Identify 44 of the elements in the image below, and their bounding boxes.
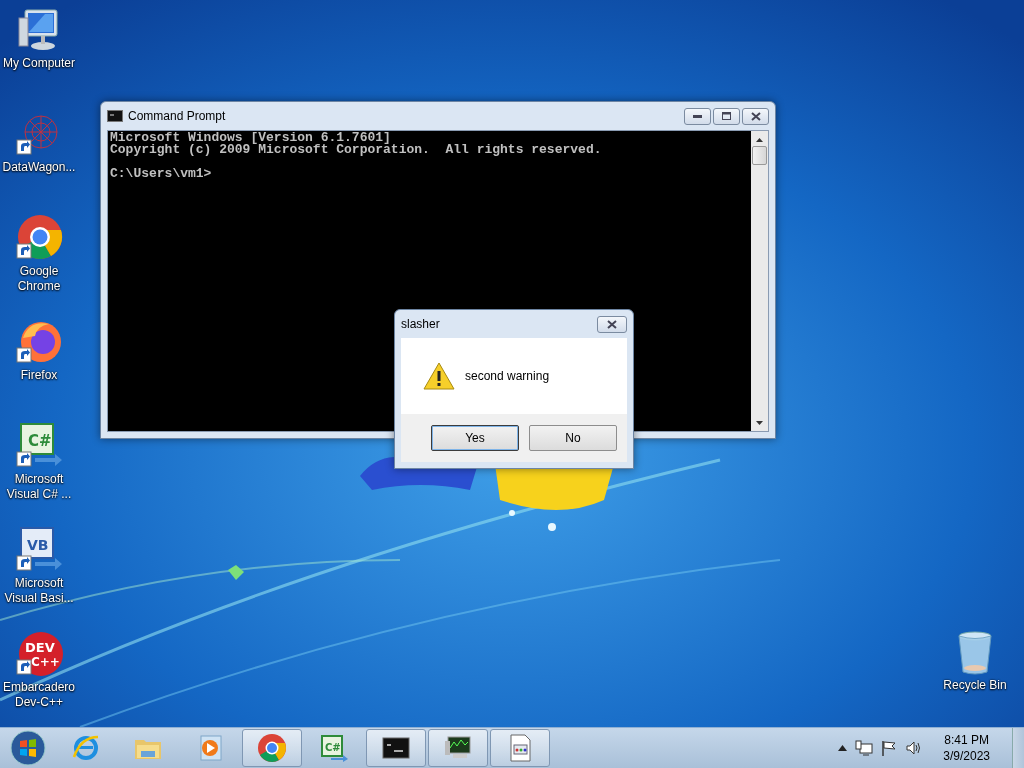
close-button[interactable] — [597, 315, 627, 333]
taskbar-button[interactable]: C# — [304, 729, 364, 767]
dialog-button[interactable]: No — [529, 425, 617, 451]
icon-label[interactable]: DataWagon... — [0, 160, 78, 175]
sparkle-drawing — [228, 565, 244, 580]
icon-label[interactable]: Microsoft Visual Basi... — [0, 576, 78, 606]
window-title: Command Prompt — [128, 109, 227, 123]
scroll-up-icon[interactable] — [756, 137, 763, 142]
icon-label[interactable]: Embarcadero Dev-C++ — [0, 680, 78, 710]
console-text: Copyright (c) 2009 Microsoft Corporation. All rights reserved. — [110, 144, 603, 156]
console-icon — [107, 110, 123, 122]
chrome-icon — [15, 214, 63, 262]
minimize-icon — [693, 114, 702, 118]
icon-label[interactable]: Recycle Bin — [936, 678, 1014, 693]
scrollbar[interactable] — [751, 131, 768, 431]
clock-time: 8:41 PM — [944, 732, 989, 748]
icon-label[interactable]: Firefox — [0, 368, 78, 383]
taskbar-button[interactable] — [428, 729, 488, 767]
warning-icon — [423, 362, 455, 390]
maximize-icon — [722, 112, 731, 120]
close-button[interactable] — [742, 107, 769, 125]
maximize-button[interactable] — [713, 107, 740, 125]
clock[interactable]: 8:41 PM 3/9/2023 — [943, 732, 990, 764]
console-prompt: C:\Users\vm1> — [110, 168, 213, 180]
scrollbar-thumb[interactable] — [752, 146, 767, 165]
dialog-button[interactable]: Yes — [431, 425, 519, 451]
icon-label[interactable]: Microsoft Visual C# ... — [0, 472, 78, 502]
chrome-icon — [257, 733, 287, 763]
close-icon — [607, 319, 617, 329]
scroll-down-icon[interactable] — [756, 420, 763, 425]
icon-label[interactable]: My Computer — [0, 56, 78, 71]
minimize-button[interactable] — [684, 107, 711, 125]
dialog-title: slasher — [401, 317, 441, 331]
show-hidden-icons-icon[interactable] — [838, 745, 848, 751]
dialog-message: second warning — [465, 369, 550, 383]
close-icon — [750, 111, 761, 121]
ie-icon — [71, 733, 101, 763]
flag-icon[interactable] — [881, 740, 898, 756]
clock-date: 3/9/2023 — [943, 748, 990, 764]
speaker-icon[interactable] — [905, 740, 922, 756]
network-icon[interactable] — [855, 740, 874, 756]
icon-label[interactable]: Google Chrome — [0, 264, 78, 294]
taskbar-button[interactable] — [366, 729, 426, 767]
console-text: Microsoft Windows [Version 6.1.7601] — [110, 132, 391, 144]
